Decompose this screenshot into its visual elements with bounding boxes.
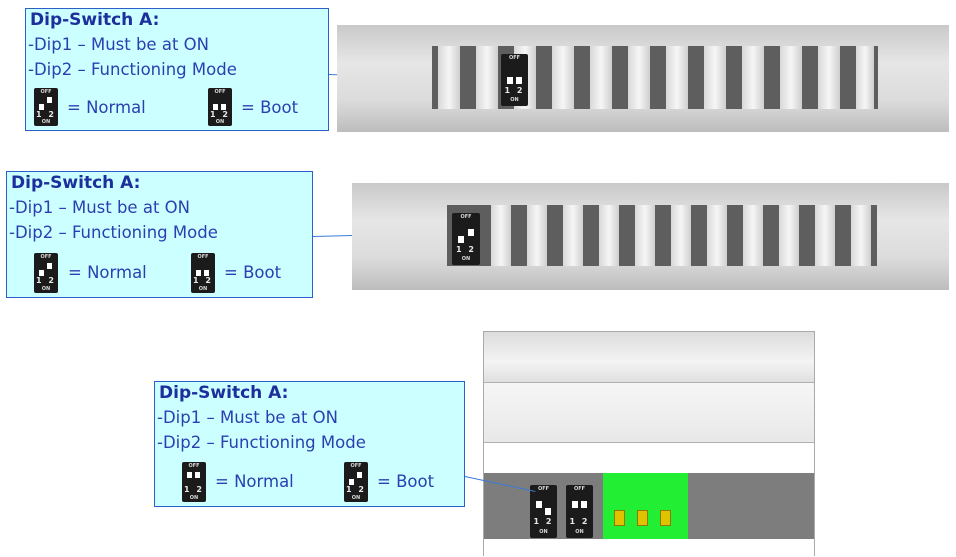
- dip-switch-normal-icon: OFF 1 2 ON: [34, 253, 58, 293]
- boot-label: = Boot: [241, 98, 299, 117]
- callout-title: Dip-Switch A:: [11, 173, 141, 193]
- module-base: [484, 539, 814, 557]
- callout-line-dip2: -Dip2 – Functioning Mode: [28, 60, 237, 79]
- terminal-block: [603, 473, 688, 539]
- terminal-pin: [637, 510, 648, 526]
- callout-title: Dip-Switch A:: [159, 383, 289, 403]
- module-lower-panel: [484, 443, 814, 473]
- module-mid-panel: [484, 383, 814, 443]
- dip-switch-a-icon: OFF 1 2 ON: [501, 54, 528, 106]
- dip-switch-b-icon: OFF 1 2 ON: [566, 485, 593, 538]
- callout-dip-switch-a-3: Dip-Switch A: -Dip1 – Must be at ON -Dip…: [154, 381, 465, 507]
- boot-label: = Boot: [224, 263, 282, 282]
- terminal-pin: [614, 510, 625, 526]
- rib-window: [432, 46, 878, 109]
- dip-switch-boot-icon: OFF 1 2 ON: [208, 88, 232, 126]
- module-side-view-1: [337, 25, 949, 132]
- callout-line-dip1: -Dip1 – Must be at ON: [9, 198, 190, 217]
- callout-title: Dip-Switch A:: [30, 10, 160, 30]
- terminal-pin: [660, 510, 671, 526]
- module-side-view-2: [352, 183, 949, 290]
- callout-line-dip1: -Dip1 – Must be at ON: [157, 408, 338, 427]
- callout-dip-switch-a-2: Dip-Switch A: -Dip1 – Must be at ON -Dip…: [6, 171, 313, 298]
- dip-switch-a-icon: OFF 1 2 ON: [530, 485, 557, 538]
- normal-label: = Normal: [68, 263, 147, 282]
- normal-label: = Normal: [215, 472, 294, 491]
- rib-window: [447, 205, 877, 266]
- callout-line-dip2: -Dip2 – Functioning Mode: [9, 223, 218, 242]
- boot-label: = Boot: [377, 472, 435, 491]
- dip-switch-boot-icon: OFF 1 2 ON: [344, 462, 368, 502]
- callout-line-dip2: -Dip2 – Functioning Mode: [157, 433, 366, 452]
- dip-switch-normal-icon: OFF 1 2 ON: [182, 462, 206, 502]
- callout-dip-switch-a-1: Dip-Switch A: -Dip1 – Must be at ON -Dip…: [25, 8, 329, 131]
- dip-switch-normal-icon: OFF 1 2 ON: [34, 88, 58, 126]
- normal-label: = Normal: [67, 98, 146, 117]
- callout-line-dip1: -Dip1 – Must be at ON: [28, 35, 209, 54]
- dip-switch-boot-icon: OFF 1 2 ON: [191, 253, 215, 293]
- dip-switch-a-icon: OFF 1 2 ON: [452, 213, 480, 265]
- module-top-panel: [484, 332, 814, 383]
